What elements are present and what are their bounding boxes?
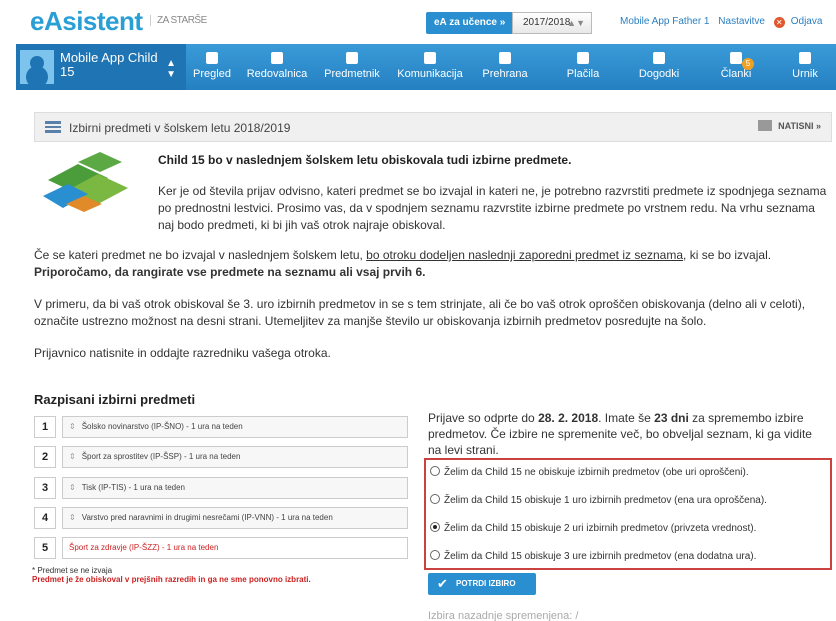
article-icon xyxy=(730,52,742,64)
rank-number: 2 xyxy=(34,446,56,468)
students-button[interactable]: eA za učence » xyxy=(426,12,514,34)
subject-item[interactable]: 4 ⇕ Varstvo pred naravnimi in drugimi nes… xyxy=(34,507,408,531)
chat-icon xyxy=(424,52,436,64)
avatar xyxy=(20,50,54,84)
drag-handle-icon[interactable]: ⇕ xyxy=(69,483,76,492)
select-arrows-icon: ▲▼ xyxy=(567,18,585,28)
radio-button[interactable] xyxy=(430,522,440,532)
option-none[interactable]: Želim da Child 15 ne obiskuje izbirnih p… xyxy=(430,466,749,478)
book-icon xyxy=(346,52,358,64)
section-title: Izbirni predmeti v šolskem letu 2018/201… xyxy=(69,121,291,135)
logo-subtitle: ZA STARŠE xyxy=(150,15,207,26)
child-name: Mobile App Child 15 xyxy=(60,50,158,79)
section-header: Izbirni predmeti v šolskem letu 2018/201… xyxy=(34,112,832,142)
nav-item-dogodki[interactable]: Dogodki xyxy=(628,44,690,90)
overview-icon xyxy=(206,52,218,64)
chevron-updown-icon: ▲ ▼ xyxy=(166,58,176,80)
rank-number: 1 xyxy=(34,416,56,438)
nav-item-placila[interactable]: Plačila xyxy=(552,44,614,90)
user-link[interactable]: Mobile App Father 1 xyxy=(620,16,710,27)
subject-label[interactable]: ⇕ Šport za sprostitev (IP-ŠSP) - 1 ura na… xyxy=(62,446,408,468)
calendar-icon xyxy=(653,52,665,64)
subject-item[interactable]: 1 ⇕ Šolsko novinarstvo (IP-ŠNO) - 1 ura n… xyxy=(34,416,408,440)
subject-item[interactable]: 5 Šport za zdravje (IP-ŠZZ) - 1 ura na t… xyxy=(34,537,408,561)
top-bar: eAsistent ZA STARŠE eA za učence » 2017/… xyxy=(0,0,836,44)
subject-label[interactable]: ⇕ Varstvo pred naravnimi in drugimi nesre… xyxy=(62,507,408,529)
main-nav: Mobile App Child 15 ▲ ▼ Pregled Redovalni… xyxy=(16,44,836,90)
exemption-info: V primeru, da bi vaš otrok obiskoval še … xyxy=(34,297,806,328)
radio-button[interactable] xyxy=(430,466,440,476)
drag-handle-icon[interactable]: ⇕ xyxy=(69,513,76,522)
year-select[interactable]: 2017/2018 ▲▼ xyxy=(512,12,592,34)
list-icon xyxy=(45,121,61,133)
option-two-hours[interactable]: Želim da Child 15 obiskuje 2 uri izbirni… xyxy=(430,522,756,534)
rank-number: 4 xyxy=(34,507,56,529)
legend-note: * Predmet se ne izvaja Predmet je že obi… xyxy=(32,566,311,584)
notification-badge: 5 xyxy=(742,58,754,70)
nav-item-clanki[interactable]: 5 Članki xyxy=(706,44,766,90)
print-button[interactable]: NATISNI » xyxy=(758,120,821,131)
check-icon: ✔ xyxy=(437,576,448,591)
printer-icon xyxy=(758,120,773,131)
intro-heading: Child 15 bo v naslednjem šolskem letu ob… xyxy=(158,153,572,167)
gradebook-icon xyxy=(271,52,283,64)
nav-item-pregled[interactable]: Pregled xyxy=(186,44,238,90)
rank-number: 3 xyxy=(34,477,56,499)
user-links: Mobile App Father 1 Nastavitve ✕ Odjava xyxy=(620,16,834,28)
rank-number: 5 xyxy=(34,537,56,559)
puzzle-illustration xyxy=(43,152,128,212)
print-instruction: Prijavnico natisnite in oddajte razredni… xyxy=(34,346,331,360)
food-icon xyxy=(499,52,511,64)
nav-item-prehrana[interactable]: Prehrana xyxy=(474,44,536,90)
child-selector[interactable]: Mobile App Child 15 ▲ ▼ xyxy=(16,44,186,90)
nav-item-predmetnik[interactable]: Predmetnik xyxy=(316,44,388,90)
subjects-title: Razpisani izbirni predmeti xyxy=(34,392,196,407)
deadline-info: Prijave so odprte do 28. 2. 2018. Imate … xyxy=(428,411,812,457)
option-three-hours[interactable]: Želim da Child 15 obiskuje 3 ure izbirni… xyxy=(430,550,756,562)
logo[interactable]: eAsistent ZA STARŠE xyxy=(30,6,207,37)
drag-handle-icon[interactable]: ⇕ xyxy=(69,452,76,461)
drag-handle-icon[interactable]: ⇕ xyxy=(69,422,76,431)
subject-item[interactable]: 2 ⇕ Šport za sprostitev (IP-ŠSP) - 1 ura … xyxy=(34,446,408,470)
subject-label[interactable]: ⇕ Tisk (IP-TIS) - 1 ura na teden xyxy=(62,477,408,499)
ranking-info: Če se kateri predmet ne bo izvajal v nas… xyxy=(34,248,772,279)
subject-label: Šport za zdravje (IP-ŠZZ) - 1 ura na ted… xyxy=(62,537,408,559)
subject-label[interactable]: ⇕ Šolsko novinarstvo (IP-ŠNO) - 1 ura na … xyxy=(62,416,408,438)
hours-options: Želim da Child 15 ne obiskuje izbirnih p… xyxy=(424,458,832,570)
last-changed: Izbira nazadnje spremenjena: / xyxy=(428,610,579,621)
nav-item-komunikacija[interactable]: Komunikacija xyxy=(390,44,470,90)
settings-link[interactable]: Nastavitve xyxy=(718,16,765,27)
nav-item-urnik[interactable]: Urnik xyxy=(780,44,830,90)
intro-text: Ker je od števila prijav odvisno, kateri… xyxy=(158,184,827,232)
logout-icon: ✕ xyxy=(773,17,785,28)
logout-link[interactable]: ✕ Odjava xyxy=(773,16,829,28)
subject-item[interactable]: 3 ⇕ Tisk (IP-TIS) - 1 ura na teden xyxy=(34,477,408,501)
radio-button[interactable] xyxy=(430,494,440,504)
nav-item-redovalnica[interactable]: Redovalnica xyxy=(240,44,314,90)
timetable-icon xyxy=(799,52,811,64)
option-one-hour[interactable]: Želim da Child 15 obiskuje 1 uro izbirni… xyxy=(430,494,767,506)
payment-icon xyxy=(577,52,589,64)
confirm-button[interactable]: ✔ POTRDI IZBIRO xyxy=(428,573,536,595)
radio-button[interactable] xyxy=(430,550,440,560)
